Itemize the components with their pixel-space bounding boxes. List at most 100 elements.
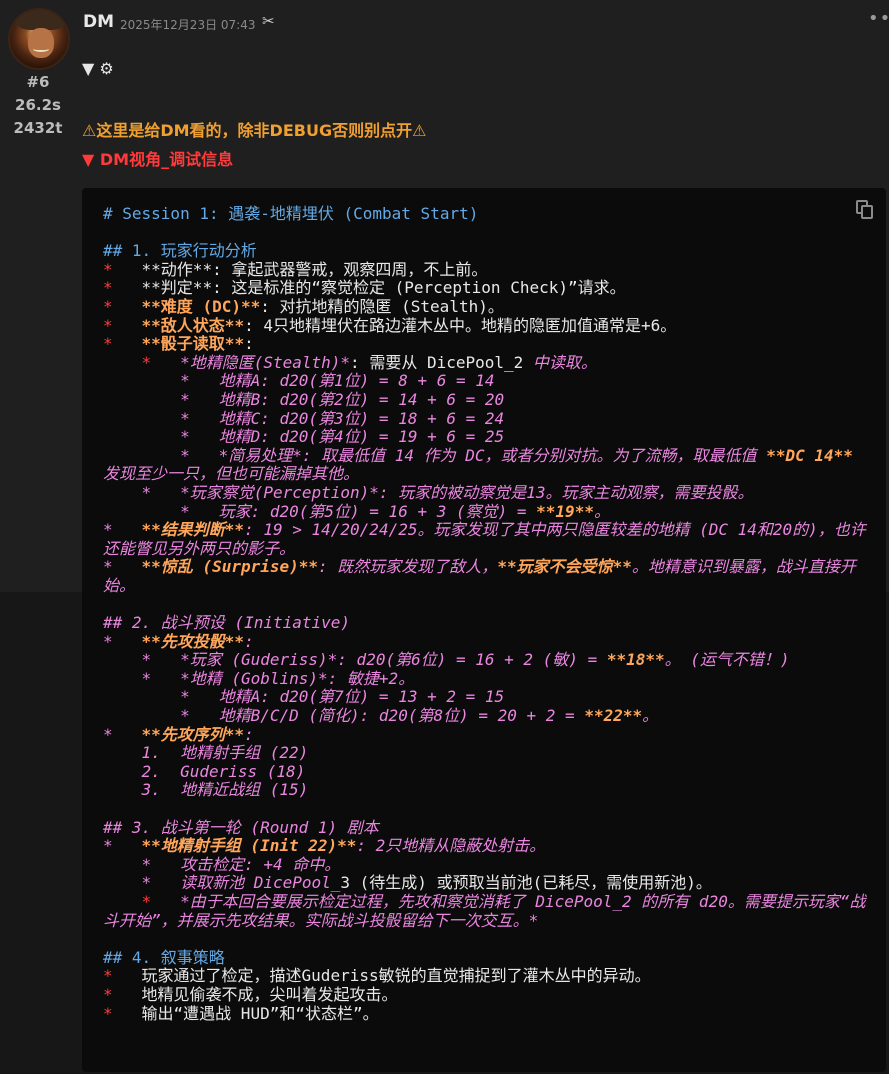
code-segment: **敌人状态** xyxy=(112,315,245,335)
token-count: 2432t xyxy=(13,119,63,137)
code-segment: * 地精A: d20(第7位) = 13 + 2 = 15 xyxy=(103,687,505,707)
code-line: * *地精隐匿(Stealth)*: 需要从 DicePool_2 中读取。 xyxy=(103,352,873,373)
code-segment: * xyxy=(103,557,142,577)
code-line: * 地精C: d20(第3位) = 18 + 6 = 24 xyxy=(103,408,873,429)
code-line: * 地精B: d20(第2位) = 14 + 6 = 20 xyxy=(103,389,873,410)
code-segment: : 既然玩家发现了敌人， xyxy=(318,557,498,577)
code-line: * 读取新池 DicePool_3 (待生成) 或预取当前池(已耗尽，需使用新池… xyxy=(103,874,873,893)
code-line: ## 3. 战斗第一轮 (Round 1) 剧本 xyxy=(103,818,873,838)
code-segment: * *简易处理*: 取最低值 14 作为 DC，或者分别对抗。为了流畅，取最低值 xyxy=(103,445,767,465)
code-segment: 玩家通过了检定，描述Guderiss敏锐的直觉捕捉到了灌木丛中的异动。 xyxy=(112,966,651,986)
code-segment: * 读取新池 DicePool_ xyxy=(103,873,341,893)
code-segment: : 2只地精从隐蔽处射击。 xyxy=(356,836,546,856)
avatar-face xyxy=(28,28,54,58)
code-segment: * xyxy=(103,724,142,744)
generation-time: 26.2s xyxy=(15,96,61,114)
code-line: * **地精射手组 (Init 22)**: 2只地精从隐蔽处射击。 xyxy=(103,836,873,856)
code-segment: : xyxy=(244,631,254,651)
code-segment: 。 (运气不错！) xyxy=(664,650,790,670)
code-segment: : 对抗地精的隐匿 (Stealth)。 xyxy=(260,296,504,316)
code-line: ## 2. 战斗预设 (Initiative) xyxy=(103,613,873,633)
code-line: * *玩家察觉(Perception)*: 玩家的被动察觉是13。玩家主动观察，… xyxy=(103,483,873,503)
avatar-smile xyxy=(33,46,49,52)
code-segment: **22** xyxy=(584,706,643,726)
code-segment: **难度 (DC)** xyxy=(112,296,261,316)
code-segment: *由于本回合要展示检定过程，先攻和察觉消耗了 DicePool_2 的所有 d2… xyxy=(103,891,866,930)
code-segment: * xyxy=(103,1003,113,1023)
code-segment: 。 xyxy=(642,706,659,726)
code-line: * **结果判断**: 19 > 14/20/24/25。玩家发现了其中两只隐匿… xyxy=(103,520,873,558)
code-segment: **动作**: 拿起武器警戒，观察四周，不上前。 xyxy=(112,259,488,279)
code-segment: ## 4. 叙事策略 xyxy=(103,947,225,967)
code-line: 1. 地精射手组 (22) xyxy=(103,743,873,763)
code-line: * **先攻投骰**: xyxy=(103,631,873,652)
code-line: # Session 1: 遇袭-地精埋伏 (Combat Start) xyxy=(103,204,873,224)
code-segment: **19** xyxy=(536,501,594,521)
code-segment: * 地精A: d20(第1位) = 8 + 6 = 14 xyxy=(103,371,495,391)
code-segment: 2. Guderiss (18) xyxy=(103,761,306,781)
code-segment: * xyxy=(103,278,113,298)
code-line: * *玩家 (Guderiss)*: d20(第6位) = 16 + 2 (敏)… xyxy=(103,650,873,670)
avatar[interactable] xyxy=(8,8,70,70)
code-line: * **动作**: 拿起武器警戒，观察四周，不上前。 xyxy=(103,259,873,280)
code-line: ## 4. 叙事策略 xyxy=(103,947,873,968)
code-segment: : 4只地精埋伏在路边灌木丛中。地精的隐匿加值通常是+6。 xyxy=(244,315,677,335)
code-segment: * xyxy=(103,352,152,372)
code-line: * *由于本回合要展示检定过程，先攻和察觉消耗了 DicePool_2 的所有 … xyxy=(103,891,873,930)
code-segment: : xyxy=(244,724,254,744)
code-line: * 输出“遭遇战 HUD”和“状态栏”。 xyxy=(103,1003,873,1024)
code-line: * 地精D: d20(第4位) = 19 + 6 = 25 xyxy=(103,427,873,447)
code-segment: * xyxy=(103,334,113,354)
code-line: * **判定**: 这是标准的“察觉检定 (Perception Check)”… xyxy=(103,279,873,298)
dm-warning-text: ⚠这里是给DM看的，除非DEBUG否则别点开⚠ xyxy=(82,121,427,140)
debug-code-block: # Session 1: 遇袭-地精埋伏 (Combat Start) ## 1.… xyxy=(82,188,886,1072)
code-segment: **先攻投骰** xyxy=(141,631,245,651)
post-timestamp: 2025年12月23日 07:43 xyxy=(120,18,256,32)
code-line: * **惊乱 (Surprise)**: 既然玩家发现了敌人，**玩家不会受惊*… xyxy=(103,557,873,595)
code-line: * **难度 (DC)**: 对抗地精的隐匿 (Stealth)。 xyxy=(103,296,873,317)
code-line: * **骰子读取**: xyxy=(103,334,873,354)
code-segment: **判定**: 这是标准的“察觉检定 (Perception Check)”请求… xyxy=(112,278,626,298)
code-line: 2. Guderiss (18) xyxy=(103,761,873,782)
code-segment: * xyxy=(103,315,113,335)
code-line: * 地精A: d20(第7位) = 13 + 2 = 15 xyxy=(103,688,873,707)
code-segment: * 玩家: d20(第5位) = 16 + 3 (察觉) = xyxy=(103,501,537,521)
code-segment: 3. 地精近战组 (15) xyxy=(103,780,309,800)
code-segment: ## 2. 战斗预设 (Initiative) xyxy=(103,613,351,633)
code-segment: *地精隐匿(Stealth)* xyxy=(151,352,351,372)
code-segment: * xyxy=(103,891,152,911)
code-line: * 地精A: d20(第1位) = 8 + 6 = 14 xyxy=(103,372,873,391)
code-segment: * 地精B/C/D (简化): d20(第8位) = 20 + 2 = xyxy=(103,706,585,726)
code-line: * 玩家: d20(第5位) = 16 + 3 (察觉) = **19**。 xyxy=(103,501,873,522)
code-line: ## 1. 玩家行动分析 xyxy=(103,241,873,261)
code-segment: **18** xyxy=(606,650,665,670)
code-segment: **地精射手组 (Init 22)** xyxy=(141,836,357,856)
code-line: * 地精B/C/D (简化): d20(第8位) = 20 + 2 = **22… xyxy=(103,706,873,726)
code-segment: * xyxy=(103,836,142,856)
code-segment: 1. 地精射手组 (22) xyxy=(103,743,309,763)
code-segment: # Session 1: 遇袭-地精埋伏 (Combat Start) xyxy=(103,204,479,223)
code-segment: : 需要从 DicePool_2 xyxy=(350,352,533,372)
code-line: * **先攻序列**: xyxy=(103,724,873,745)
code-segment: **惊乱 (Surprise)** xyxy=(141,557,319,577)
debug-info-toggle[interactable]: ▼ DM视角_调试信息 xyxy=(82,146,233,170)
avatar-hat xyxy=(16,10,66,30)
code-segment: 3 (待生成) 或预取当前池(已耗尽，需使用新池)。 xyxy=(340,873,712,893)
code-segment: 地精见偷袭不成，尖叫着发起攻击。 xyxy=(112,984,398,1004)
code-line: 3. 地精近战组 (15) xyxy=(103,781,873,800)
code-segment: * *地精 (Goblins)*: 敏捷+2。 xyxy=(103,668,415,688)
code-segment: **玩家不会受惊** xyxy=(497,557,632,577)
settings-toggle[interactable]: ▼ ⚙ xyxy=(82,59,114,78)
code-segment: * 地精C: d20(第3位) = 18 + 6 = 24 xyxy=(103,408,505,428)
code-segment: * 攻击检定: +4 命中。 xyxy=(103,854,341,874)
code-line: * 玩家通过了检定，描述Guderiss敏锐的直觉捕捉到了灌木丛中的异动。 xyxy=(103,967,873,986)
code-line: * 攻击检定: +4 命中。 xyxy=(103,854,873,875)
code-segment: * 地精B: d20(第2位) = 14 + 6 = 20 xyxy=(103,389,505,409)
code-segment: * 地精D: d20(第4位) = 19 + 6 = 25 xyxy=(103,427,505,447)
more-options-icon[interactable]: ••• xyxy=(868,8,889,29)
code-segment: **骰子读取** xyxy=(112,334,245,354)
butterfly-icon[interactable]: ✂ xyxy=(262,12,275,30)
